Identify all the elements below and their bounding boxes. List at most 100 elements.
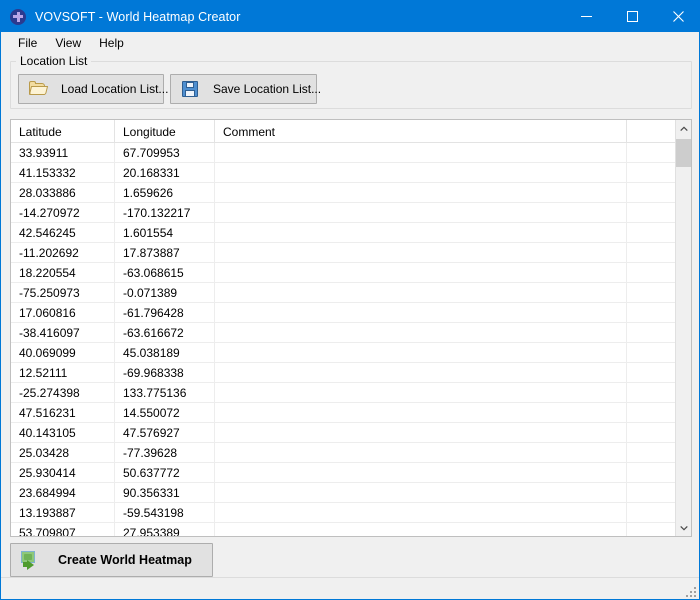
cell-comment[interactable] bbox=[215, 143, 627, 163]
menu-item-help[interactable]: Help bbox=[90, 34, 133, 52]
cell-comment[interactable] bbox=[215, 343, 627, 363]
cell-longitude[interactable]: 133.775136 bbox=[115, 383, 215, 403]
cell-latitude[interactable]: 41.153332 bbox=[11, 163, 115, 183]
column-header-comment[interactable]: Comment bbox=[215, 120, 627, 143]
cell-longitude[interactable]: 67.709953 bbox=[115, 143, 215, 163]
chevron-down-icon[interactable] bbox=[676, 519, 692, 536]
table-row[interactable]: -75.250973-0.071389 bbox=[11, 283, 676, 303]
cell-latitude[interactable]: -38.416097 bbox=[11, 323, 115, 343]
cell-latitude[interactable]: 33.93911 bbox=[11, 143, 115, 163]
cell-comment[interactable] bbox=[215, 403, 627, 423]
table-row[interactable]: 40.14310547.576927 bbox=[11, 423, 676, 443]
cell-comment[interactable] bbox=[215, 383, 627, 403]
cell-longitude[interactable]: 17.873887 bbox=[115, 243, 215, 263]
menu-item-file[interactable]: File bbox=[9, 34, 46, 52]
cell-comment[interactable] bbox=[215, 443, 627, 463]
cell-longitude[interactable]: -77.39628 bbox=[115, 443, 215, 463]
table-row[interactable]: 13.193887-59.543198 bbox=[11, 503, 676, 523]
cell-latitude[interactable]: -14.270972 bbox=[11, 203, 115, 223]
cell-longitude[interactable]: 90.356331 bbox=[115, 483, 215, 503]
column-header-longitude[interactable]: Longitude bbox=[115, 120, 215, 143]
grid-vertical-scrollbar[interactable] bbox=[675, 120, 691, 536]
cell-latitude[interactable]: 42.546245 bbox=[11, 223, 115, 243]
cell-latitude[interactable]: 18.220554 bbox=[11, 263, 115, 283]
window-title: VOVSOFT - World Heatmap Creator bbox=[35, 10, 240, 24]
table-row[interactable]: 25.03428-77.39628 bbox=[11, 443, 676, 463]
table-row[interactable]: 53.70980727.953389 bbox=[11, 523, 676, 536]
scrollbar-thumb[interactable] bbox=[676, 139, 692, 167]
table-row[interactable]: -25.274398133.775136 bbox=[11, 383, 676, 403]
load-location-list-button[interactable]: Load Location List... bbox=[18, 74, 164, 104]
cell-latitude[interactable]: 40.069099 bbox=[11, 343, 115, 363]
cell-latitude[interactable]: 47.516231 bbox=[11, 403, 115, 423]
cell-comment[interactable] bbox=[215, 203, 627, 223]
cell-latitude[interactable]: 25.930414 bbox=[11, 463, 115, 483]
close-icon[interactable] bbox=[655, 1, 700, 32]
cell-latitude[interactable]: 40.143105 bbox=[11, 423, 115, 443]
cell-comment[interactable] bbox=[215, 323, 627, 343]
table-row[interactable]: 41.15333220.168331 bbox=[11, 163, 676, 183]
table-row[interactable]: 18.220554-63.068615 bbox=[11, 263, 676, 283]
cell-longitude[interactable]: -69.968338 bbox=[115, 363, 215, 383]
cell-latitude[interactable]: -11.202692 bbox=[11, 243, 115, 263]
cell-comment[interactable] bbox=[215, 183, 627, 203]
table-row[interactable]: 12.52111-69.968338 bbox=[11, 363, 676, 383]
table-row[interactable]: -38.416097-63.616672 bbox=[11, 323, 676, 343]
cell-longitude[interactable]: -0.071389 bbox=[115, 283, 215, 303]
cell-longitude[interactable]: 14.550072 bbox=[115, 403, 215, 423]
cell-comment[interactable] bbox=[215, 283, 627, 303]
cell-longitude[interactable]: 1.601554 bbox=[115, 223, 215, 243]
cell-latitude[interactable]: 53.709807 bbox=[11, 523, 115, 536]
table-row[interactable]: 28.0338861.659626 bbox=[11, 183, 676, 203]
cell-comment[interactable] bbox=[215, 303, 627, 323]
cell-comment[interactable] bbox=[215, 363, 627, 383]
minimize-icon[interactable] bbox=[563, 1, 609, 32]
cell-longitude[interactable]: -61.796428 bbox=[115, 303, 215, 323]
table-row[interactable]: 40.06909945.038189 bbox=[11, 343, 676, 363]
chevron-up-icon[interactable] bbox=[676, 120, 692, 137]
cell-comment[interactable] bbox=[215, 243, 627, 263]
cell-longitude[interactable]: 45.038189 bbox=[115, 343, 215, 363]
cell-longitude[interactable]: 20.168331 bbox=[115, 163, 215, 183]
cell-comment[interactable] bbox=[215, 463, 627, 483]
table-row[interactable]: 23.68499490.356331 bbox=[11, 483, 676, 503]
column-header-latitude[interactable]: Latitude bbox=[11, 120, 115, 143]
location-list-groupbox: Location List Load Location List... Save… bbox=[10, 61, 692, 109]
cell-longitude[interactable]: 47.576927 bbox=[115, 423, 215, 443]
cell-longitude[interactable]: -63.068615 bbox=[115, 263, 215, 283]
cell-comment[interactable] bbox=[215, 503, 627, 523]
cell-longitude[interactable]: -63.616672 bbox=[115, 323, 215, 343]
table-row[interactable]: 33.9391167.709953 bbox=[11, 143, 676, 163]
cell-latitude[interactable]: 28.033886 bbox=[11, 183, 115, 203]
cell-comment[interactable] bbox=[215, 423, 627, 443]
cell-latitude[interactable]: -25.274398 bbox=[11, 383, 115, 403]
table-row[interactable]: -11.20269217.873887 bbox=[11, 243, 676, 263]
cell-latitude[interactable]: 23.684994 bbox=[11, 483, 115, 503]
table-row[interactable]: 17.060816-61.796428 bbox=[11, 303, 676, 323]
cell-longitude[interactable]: -170.132217 bbox=[115, 203, 215, 223]
cell-longitude[interactable]: -59.543198 bbox=[115, 503, 215, 523]
cell-latitude[interactable]: 12.52111 bbox=[11, 363, 115, 383]
cell-latitude[interactable]: -75.250973 bbox=[11, 283, 115, 303]
table-row[interactable]: -14.270972-170.132217 bbox=[11, 203, 676, 223]
menu-item-view[interactable]: View bbox=[46, 34, 90, 52]
table-row[interactable]: 25.93041450.637772 bbox=[11, 463, 676, 483]
cell-comment[interactable] bbox=[215, 223, 627, 243]
cell-longitude[interactable]: 50.637772 bbox=[115, 463, 215, 483]
cell-comment[interactable] bbox=[215, 163, 627, 183]
resize-grip-icon[interactable] bbox=[684, 585, 696, 597]
app-window: VOVSOFT - World Heatmap Creator File Vie… bbox=[0, 0, 700, 600]
table-row[interactable]: 47.51623114.550072 bbox=[11, 403, 676, 423]
create-world-heatmap-button[interactable]: Create World Heatmap bbox=[10, 543, 213, 577]
cell-comment[interactable] bbox=[215, 523, 627, 536]
cell-latitude[interactable]: 25.03428 bbox=[11, 443, 115, 463]
save-location-list-button[interactable]: Save Location List... bbox=[170, 74, 317, 104]
cell-latitude[interactable]: 17.060816 bbox=[11, 303, 115, 323]
cell-latitude[interactable]: 13.193887 bbox=[11, 503, 115, 523]
cell-longitude[interactable]: 1.659626 bbox=[115, 183, 215, 203]
maximize-icon[interactable] bbox=[609, 1, 655, 32]
table-row[interactable]: 42.5462451.601554 bbox=[11, 223, 676, 243]
cell-longitude[interactable]: 27.953389 bbox=[115, 523, 215, 536]
cell-comment[interactable] bbox=[215, 263, 627, 283]
cell-comment[interactable] bbox=[215, 483, 627, 503]
